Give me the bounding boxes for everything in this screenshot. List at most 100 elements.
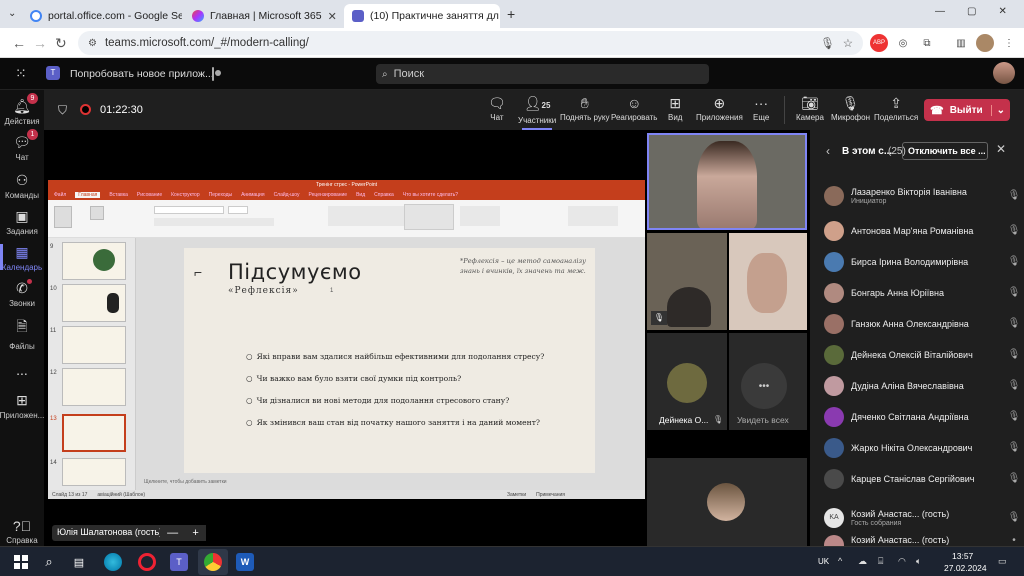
close-icon[interactable]: ✕	[328, 10, 337, 23]
close-panel-icon[interactable]: ✕	[996, 142, 1006, 156]
extensions-puzzle-icon[interactable]: ⧉	[918, 34, 936, 52]
tray-chevron-icon[interactable]: ^	[838, 556, 842, 566]
participant-row[interactable]: Жарко Нікіта Олександрович 🎙︎	[810, 432, 1024, 463]
windows-start-icon[interactable]	[12, 553, 30, 571]
browser-menu-icon[interactable]: ⋮	[1000, 34, 1018, 52]
taskbar-date[interactable]: 27.02.2024	[944, 563, 987, 573]
participant-row[interactable]: Ганзюк Анна Олександрівна 🎙︎	[810, 308, 1024, 339]
rail-item-chat[interactable]: 💬︎ 1 Чат	[0, 129, 44, 162]
video-tile-speaker[interactable]	[647, 133, 807, 230]
participant-row[interactable]: Дяченко Світлана Андріївна 🎙︎	[810, 401, 1024, 432]
shield-icon[interactable]: ⛉	[58, 103, 67, 118]
rail-item-calls[interactable]: ✆ Звонки	[0, 279, 44, 308]
rail-item-more[interactable]: ...	[0, 362, 44, 378]
tab-microsoft-365[interactable]: Главная | Microsoft 365 ✕	[184, 4, 342, 28]
mic-icon[interactable]: 🎙	[820, 36, 835, 50]
new-tab-button[interactable]: +	[507, 6, 515, 22]
shapes-gallery[interactable]	[404, 204, 454, 230]
user-avatar[interactable]	[993, 62, 1015, 84]
participant-row[interactable]: Бонгарь Анна Юріївна 🎙︎	[810, 277, 1024, 308]
extension-globe-icon[interactable]: ◎	[894, 34, 912, 52]
slide-thumbnail[interactable]	[62, 284, 126, 322]
participant-row[interactable]: Лазаренко Вікторія Іванівна Инициатор 🎙︎	[810, 180, 1024, 211]
opera-icon[interactable]	[138, 553, 156, 571]
ppt-tab[interactable]: Переходы	[209, 192, 232, 198]
rail-item-activity[interactable]: 🔔︎ 9 Действия	[0, 93, 44, 126]
ppt-tab[interactable]: Файл	[54, 192, 66, 198]
tab-search-chevron-icon[interactable]: ⌄	[8, 8, 16, 19]
url-field[interactable]: ⚙ teams.microsoft.com/_#/modern-calling/…	[78, 31, 863, 55]
ppt-tab[interactable]: Рецензирование	[308, 192, 347, 198]
ppt-tab[interactable]: Вставка	[109, 192, 128, 198]
zoom-in-button[interactable]: +	[192, 527, 198, 539]
participant-row[interactable]: Антонова Мар'яна Романівна 🎙︎	[810, 215, 1024, 246]
rail-item-help[interactable]: ?⃝ Справка	[0, 518, 44, 545]
font-name-field[interactable]	[154, 206, 224, 214]
zoom-out-button[interactable]: —	[167, 527, 178, 539]
tray-network-icon[interactable]: ⌸	[878, 556, 883, 567]
ppt-tab[interactable]: Главная	[75, 192, 101, 198]
rail-item-assignments[interactable]: ▣ Задания	[0, 208, 44, 236]
new-slide-icon[interactable]	[90, 206, 104, 220]
ppt-tab[interactable]: Вид	[356, 192, 365, 198]
tray-cloud-icon[interactable]: ☁	[858, 556, 867, 567]
chrome-icon[interactable]	[204, 553, 222, 571]
font-size-field[interactable]	[228, 206, 248, 214]
ppt-tab[interactable]: Рисование	[137, 192, 162, 198]
maximize-button[interactable]: ▢	[967, 6, 976, 17]
view-button[interactable]: ⊞ Вид	[668, 96, 682, 122]
ppt-tab[interactable]: Слайд-шоу	[274, 192, 300, 198]
rail-item-apps[interactable]: ⊞ Приложен...	[0, 392, 44, 420]
participant-row[interactable]: Бирса Ірина Володимирівна 🎙︎	[810, 246, 1024, 277]
raise-hand-button[interactable]: ✋︎ Поднять руку	[560, 96, 609, 122]
video-tile-self[interactable]	[647, 458, 807, 546]
mute-all-button[interactable]: Отключить все ...	[902, 142, 988, 160]
slide-thumbnail-active[interactable]	[62, 414, 126, 452]
rail-item-files[interactable]: 🗎 Файлы	[0, 316, 44, 351]
font-format-buttons[interactable]	[154, 218, 274, 226]
notes-placeholder[interactable]: Щелкните, чтобы добавить заметки	[144, 479, 227, 485]
tray-wifi-icon[interactable]: ◠	[898, 556, 906, 567]
bookmark-star-icon[interactable]: ☆	[843, 36, 853, 50]
video-tile-deineka[interactable]: Дейнека О... 🎙︎	[647, 333, 727, 430]
edge-icon[interactable]	[104, 553, 122, 571]
ppt-tab[interactable]: Что вы хотите сделать?	[403, 192, 458, 198]
search-icon[interactable]: ⌕	[40, 553, 58, 571]
video-tile[interactable]: 🎙︎	[647, 233, 727, 330]
slide-thumbnail[interactable]	[62, 368, 126, 406]
search-input[interactable]: ⌕ Поиск	[376, 64, 709, 84]
ppt-tab[interactable]: Конструктор	[171, 192, 200, 198]
rail-item-teams[interactable]: ⚇ Команды	[0, 172, 44, 200]
paragraph-group[interactable]	[328, 206, 408, 226]
react-button[interactable]: ☺ Реагировать	[611, 96, 657, 122]
participant-row[interactable]: Карцев Станіслав Сергійович 🎙︎	[810, 463, 1024, 494]
chevron-left-icon[interactable]: ‹	[826, 144, 830, 158]
tab-google-search[interactable]: portal.office.com - Google Sear ✕	[22, 4, 182, 28]
arrange-group[interactable]	[460, 206, 500, 226]
notification-icon[interactable]: ▭	[998, 556, 1007, 567]
task-view-icon[interactable]: ▤	[70, 553, 88, 571]
reload-icon[interactable]: ↻	[55, 35, 67, 52]
paste-icon[interactable]	[54, 206, 72, 228]
ppt-tab[interactable]: Анимация	[241, 192, 264, 198]
apps-button[interactable]: ⊕ Приложения	[696, 96, 743, 122]
teams-taskbar-icon[interactable]: T	[170, 553, 188, 571]
slide-thumbnail[interactable]	[62, 458, 126, 486]
ppt-tab[interactable]: Справка	[374, 192, 394, 198]
leave-button[interactable]: ☎ Выйти ⌄	[924, 99, 1010, 121]
chevron-down-icon[interactable]: ⌄	[990, 104, 1010, 116]
more-button[interactable]: ··· Еще	[753, 96, 769, 122]
mic-button[interactable]: 🎙︎ Микрофон	[831, 96, 870, 122]
slide-thumbnail[interactable]	[62, 242, 126, 280]
slide-thumbnail[interactable]	[62, 326, 126, 364]
see-all-tile[interactable]: ••• Увидеть всех	[729, 333, 807, 430]
participants-button[interactable]: 👤︎25 Участники	[518, 96, 556, 130]
new-teams-toggle[interactable]	[212, 67, 214, 81]
share-button[interactable]: ⇪ Поделиться	[874, 96, 918, 122]
participant-row[interactable]: Дудіна Аліна Вячеславівна 🎙︎	[810, 370, 1024, 401]
editing-group[interactable]	[568, 206, 618, 226]
minimize-button[interactable]: —	[935, 6, 945, 17]
participant-row[interactable]: Козий Анастас... (гость) •	[810, 535, 1024, 546]
site-info-icon[interactable]: ⚙	[88, 38, 97, 49]
word-icon[interactable]: W	[236, 553, 254, 571]
